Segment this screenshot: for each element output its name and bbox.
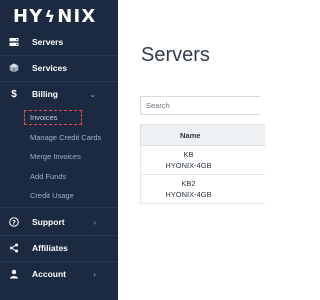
submenu-item-manage-credit-cards[interactable]: Manage Credit Cards — [30, 133, 101, 142]
chevron-right-icon: › — [93, 269, 96, 279]
chevron-down-icon: ⌄ — [89, 89, 96, 99]
divider — [0, 261, 118, 262]
sidebar-item-affiliates[interactable]: Affiliates — [0, 238, 118, 258]
svg-text:?: ? — [12, 218, 16, 226]
sidebar-item-label: Billing — [32, 89, 58, 99]
divider — [0, 55, 118, 56]
server-plan: HYONIX-4GB — [165, 190, 212, 199]
user-icon — [9, 269, 19, 279]
main-content: Servers Name KB HYONIX-4GB KB2 HYONIX-4G… — [118, 0, 265, 300]
submenu-item-add-funds[interactable]: Add Funds — [30, 172, 66, 181]
sidebar-item-services[interactable]: Services — [0, 58, 118, 78]
sidebar-item-label: Affiliates — [32, 243, 68, 253]
table-row[interactable]: KB2 HYONIX-4GB — [140, 175, 265, 204]
hyonix-logo[interactable]: HY ϟ NIX — [13, 4, 97, 28]
sidebar-item-label: Account — [32, 269, 66, 279]
sidebar: HY ϟ NIX Servers Services $ Billing ⌄ In… — [0, 0, 118, 300]
question-circle-icon: ? — [9, 217, 19, 227]
page-title: Servers — [141, 44, 210, 66]
dollar-icon: $ — [11, 88, 17, 100]
divider — [0, 207, 118, 208]
sidebar-item-label: Servers — [32, 37, 64, 47]
logo-bolt-icon: ϟ — [44, 6, 57, 26]
search-input[interactable] — [140, 96, 260, 115]
chevron-right-icon: › — [93, 217, 96, 227]
server-plan: HYONIX-4GB — [165, 161, 212, 170]
server-icon — [9, 37, 19, 47]
submenu-item-credit-usage[interactable]: Credit Usage — [30, 191, 74, 200]
table-row[interactable]: KB HYONIX-4GB — [140, 146, 265, 175]
divider — [0, 81, 118, 82]
divider — [0, 235, 118, 236]
sidebar-item-label: Services — [32, 63, 67, 73]
servers-table: Name KB HYONIX-4GB KB2 HYONIX-4GB — [140, 124, 265, 204]
submenu-item-merge-invoices[interactable]: Merge Invoices — [30, 152, 81, 161]
sidebar-item-label: Support — [32, 217, 65, 227]
column-header-name[interactable]: Name — [180, 131, 200, 140]
submenu-item-invoices[interactable]: Invoices — [30, 113, 58, 122]
sidebar-item-billing[interactable]: $ Billing ⌄ — [0, 84, 118, 104]
server-label: KB — [183, 150, 194, 159]
sidebar-item-support[interactable]: ? Support › — [0, 212, 118, 232]
cube-icon — [9, 63, 19, 73]
server-label: KB2 — [181, 179, 196, 188]
share-icon — [9, 243, 19, 253]
sidebar-item-servers[interactable]: Servers — [0, 32, 118, 52]
table-header: Name — [140, 124, 265, 146]
logo-text-left: HY — [13, 5, 44, 27]
logo-text-right: NIX — [57, 5, 97, 27]
sidebar-item-account[interactable]: Account › — [0, 264, 118, 284]
